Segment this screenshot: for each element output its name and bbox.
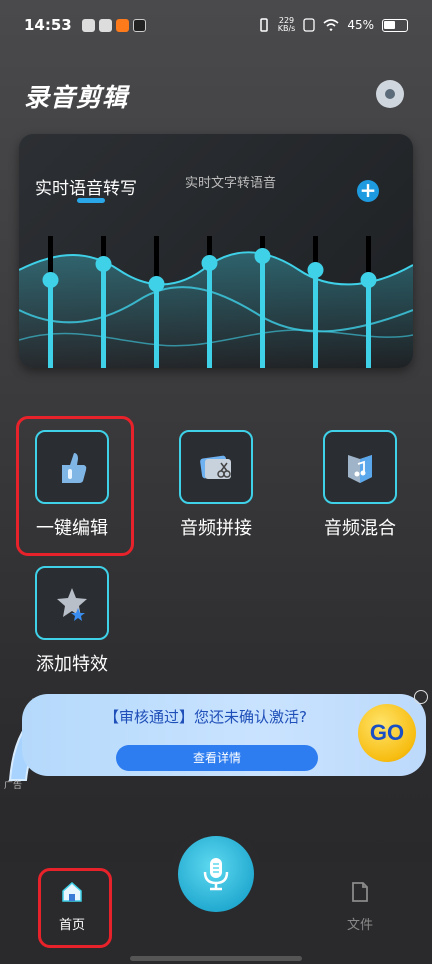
sim-icon [303,18,315,32]
status-right: 229 KB/s 45% [258,17,408,33]
scissors-card-icon [200,455,231,479]
tab-text-to-speech[interactable]: 实时文字转语音 [185,172,276,191]
add-button[interactable]: + [357,180,379,202]
highlight-box [16,416,134,556]
music-shield-icon [348,455,372,483]
ad-go-button[interactable]: GO [358,704,416,762]
feature-label: 音频混合 [324,518,396,539]
feature-label: 音频拼接 [180,518,252,539]
ad-banner[interactable]: 【审核通过】您还未确认激活? 查看详情 GO 广告 [0,690,432,791]
battery-icon [382,18,408,32]
file-icon [352,882,368,902]
wifi-icon [323,19,339,31]
feature-tile[interactable] [323,430,397,504]
feature-audio-mix[interactable]: 音频混合 [300,430,420,540]
feature-audio-splice[interactable]: 音频拼接 [156,430,276,540]
tab-realtime-transcribe[interactable]: 实时语音转写 [35,174,137,199]
settings-button[interactable] [376,80,404,108]
shop-notification-icon [115,18,129,32]
ad-headline: 【审核通过】您还未确认激活? [104,708,307,726]
star-icon [57,588,87,621]
feature-tile[interactable] [35,566,109,640]
nav-file[interactable]: 文件 [330,880,390,933]
net-speed-unit: KB/s [277,24,296,33]
microphone-icon [203,858,229,891]
net-speed: 229 KB/s [278,17,296,33]
app-notification-icon [81,18,95,32]
nav-file-label: 文件 [346,918,373,933]
notification-icons [81,18,146,32]
ad-tag: 广告 [4,781,23,791]
message-notification-icon [98,18,112,32]
vibrate-icon [259,18,268,32]
status-bar: 14:53 229 KB/s 45% [0,0,432,50]
highlight-box [38,868,112,948]
ad-close-icon[interactable] [414,690,428,704]
feature-label: 添加特效 [36,654,108,675]
record-button-inner[interactable] [178,836,254,912]
status-time: 14:53 [24,16,72,34]
settings-icon [385,89,395,99]
ad-details-button[interactable]: 查看详情 [116,745,318,771]
feature-add-effects[interactable]: 添加特效 [12,566,132,676]
app-title: 录音剪辑 [24,83,129,112]
feature-tile[interactable] [179,430,253,504]
battery-percent: 45% [347,18,374,32]
tab-underline [77,198,105,203]
home-indicator [130,956,302,961]
record-button[interactable] [170,828,262,920]
equalizer-graphic [19,236,413,368]
hero-card: 实时语音转写 实时文字转语音 + [19,134,413,368]
video-notification-icon [132,18,146,32]
